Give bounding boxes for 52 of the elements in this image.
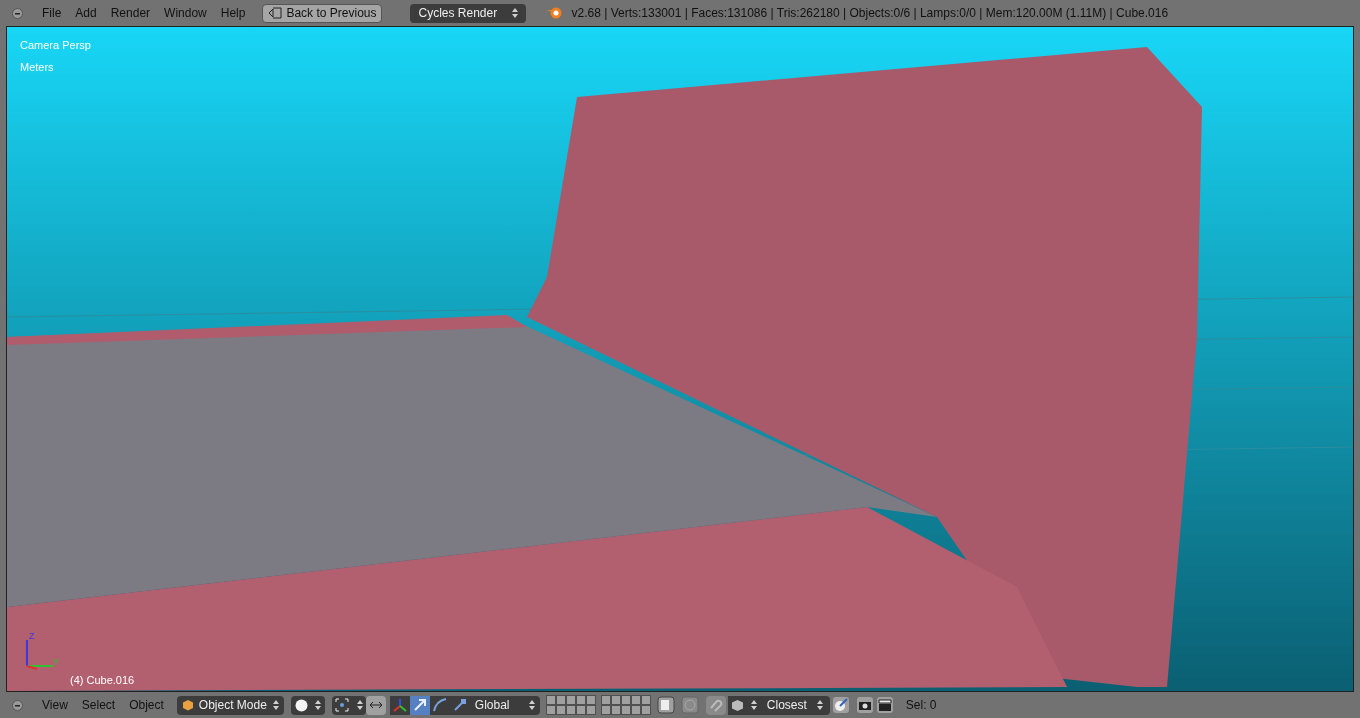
mode-dropdown[interactable]: Object Mode [176,695,284,715]
magnet-icon [708,698,723,712]
cube-icon [181,699,194,711]
menu-item[interactable]: Object [122,696,171,714]
collapse-icon[interactable] [12,699,23,711]
snap-element-dropdown[interactable] [727,695,760,715]
back-to-previous-button[interactable]: Back to Previous [262,3,383,23]
menu-item[interactable]: View [35,696,75,714]
sphere-icon [294,698,308,712]
orientation-dropdown[interactable]: Global [469,695,540,715]
shading-dropdown[interactable] [290,695,325,715]
menu-item[interactable]: File [35,4,69,22]
snap-toggle[interactable] [705,695,726,715]
up-down-arrows-icon [512,7,519,19]
app-logo-icon [545,6,564,20]
rotate-manipulator-button[interactable] [429,695,450,715]
up-down-arrows-icon [356,699,363,711]
up-down-arrows-icon [750,699,757,711]
layer-buttons-icon[interactable] [600,695,651,715]
up-down-arrows-icon [314,699,321,711]
cube-icon [730,698,744,712]
scene-statistics: v2.68 | Verts:133001 | Faces:131086 | Tris:262180 | Objects:0/6 | Lamps:0/0 | Mem:120.00M (1.11M) | Cube.016 [571,5,1169,22]
axes-manipulator-button[interactable] [389,695,410,715]
camera-icon[interactable] [855,696,874,714]
manipulator-toggle[interactable] [365,695,386,715]
menu-item[interactable]: Select [74,696,123,714]
axis-label: Z [29,630,35,643]
double-arrow-icon [368,700,383,710]
pivot-icon [334,698,349,712]
3d-viewport[interactable]: Camera Persp Meters Z Y (4) Cube.016 [6,26,1354,692]
layer-buttons-icon[interactable] [545,695,596,715]
units-label: Meters [20,59,55,75]
selection-count: Sel: 0 [905,697,937,714]
snap-target-dropdown[interactable]: Closest [759,695,830,715]
menu-item[interactable]: Help [213,4,253,22]
back-arrow-icon [268,7,283,19]
up-down-arrows-icon [528,699,535,711]
collapse-icon[interactable] [12,7,23,19]
render-engine-dropdown[interactable]: Cycles Render [410,3,527,23]
snap-align-icon[interactable] [831,696,850,714]
layer-lock-icon[interactable] [656,696,675,714]
menu-item[interactable]: Window [157,4,214,22]
clapperboard-icon[interactable] [875,696,894,714]
up-down-arrows-icon [816,699,823,711]
axis-label: Y [53,656,59,669]
up-down-arrows-icon [272,699,279,711]
pivot-dropdown[interactable] [331,695,366,715]
menu-item[interactable]: Render [103,4,158,22]
active-object-label: (4) Cube.016 [70,673,135,688]
menu-item[interactable]: Add [68,4,104,22]
view-name-label: Camera Persp [20,38,91,53]
move-manipulator-button[interactable] [409,695,430,715]
